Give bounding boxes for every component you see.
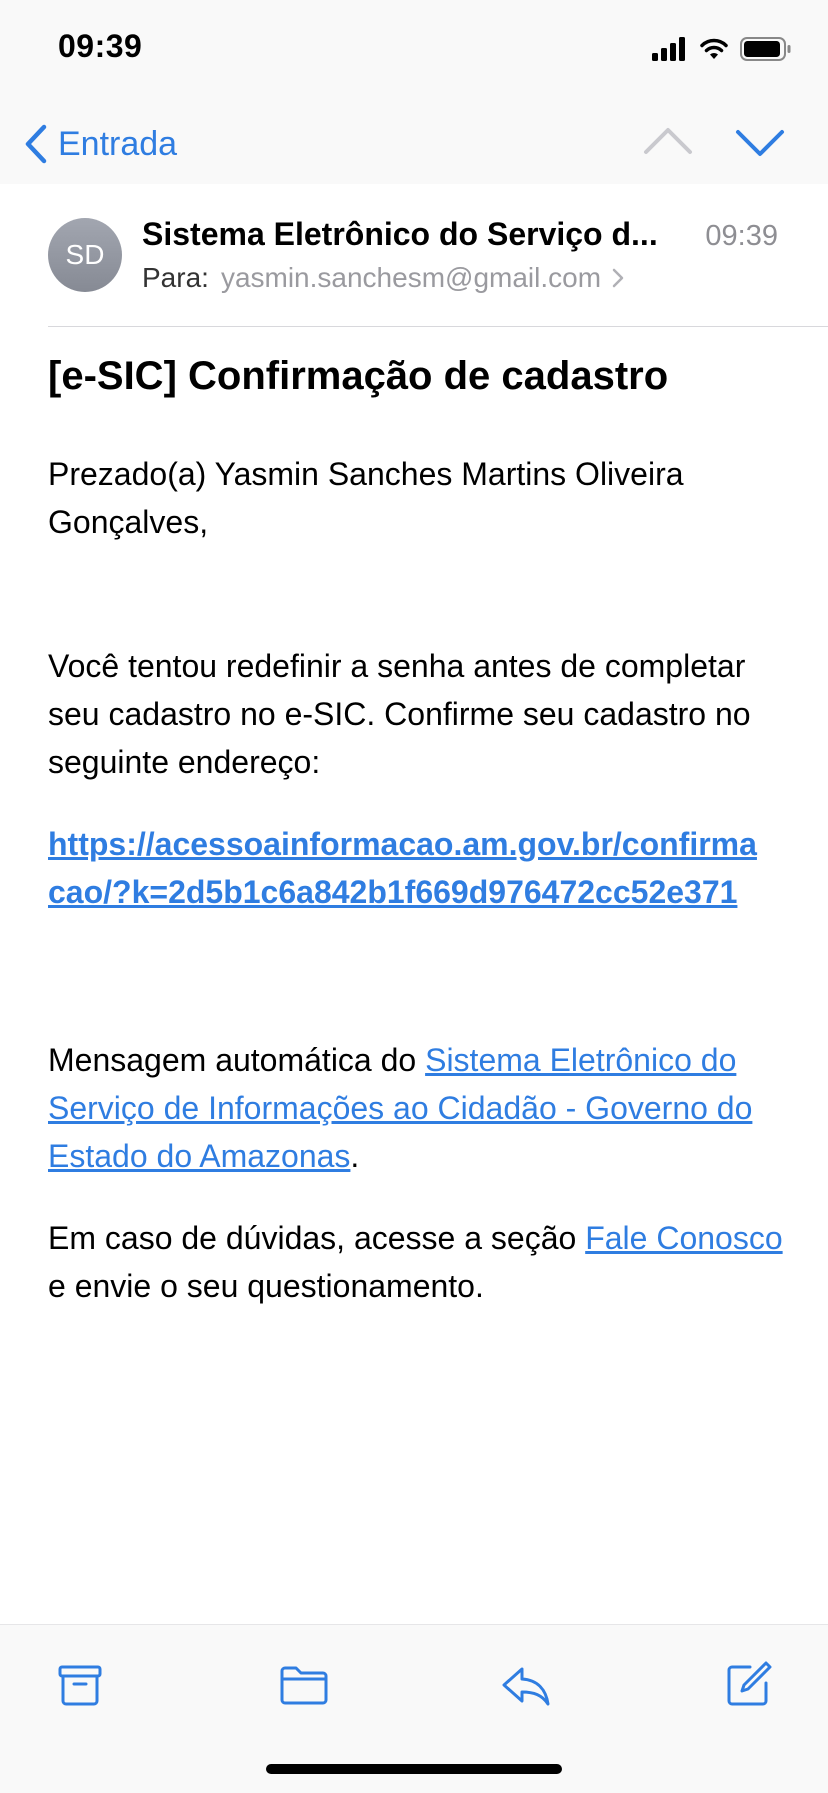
archive-button[interactable] bbox=[52, 1657, 108, 1713]
chevron-left-icon bbox=[25, 124, 47, 164]
move-to-folder-button[interactable] bbox=[276, 1657, 332, 1713]
header-divider bbox=[48, 326, 828, 327]
folder-icon bbox=[280, 1666, 328, 1705]
automatic-message-prefix: Mensagem automática do bbox=[48, 1042, 426, 1078]
cellular-signal-icon bbox=[652, 37, 685, 61]
chevron-down-icon bbox=[736, 130, 784, 156]
message-time: 09:39 bbox=[705, 220, 778, 252]
chevron-right-icon bbox=[612, 268, 624, 288]
contact-link[interactable]: Fale Conosco bbox=[585, 1220, 782, 1256]
status-bar: 09:39 bbox=[0, 0, 828, 100]
next-message-button[interactable] bbox=[732, 120, 788, 164]
sender-name[interactable]: Sistema Eletrônico do Serviço d... bbox=[142, 216, 682, 253]
previous-message-button[interactable] bbox=[640, 120, 696, 164]
navigation-bar: Entrada bbox=[0, 100, 828, 184]
status-icons bbox=[652, 34, 792, 64]
confirmation-link[interactable]: https://acessoainformacao.am.gov.br/conf… bbox=[48, 820, 768, 916]
compose-button[interactable] bbox=[720, 1657, 776, 1713]
message-body: Prezado(a) Yasmin Sanches Martins Olivei… bbox=[48, 450, 784, 1310]
help-prefix: Em caso de dúvidas, acesse a seção bbox=[48, 1220, 586, 1256]
message-subject: [e-SIC] Confirmação de cadastro bbox=[48, 354, 669, 398]
compose-icon bbox=[727, 1661, 772, 1706]
automatic-message-suffix: . bbox=[350, 1138, 360, 1174]
reply-icon bbox=[502, 1667, 550, 1706]
reply-button[interactable] bbox=[498, 1657, 554, 1713]
recipient-label: Para: bbox=[142, 262, 209, 293]
help-suffix: e envie o seu questionamento. bbox=[48, 1268, 484, 1304]
back-button[interactable]: Entrada bbox=[24, 122, 177, 166]
archive-icon bbox=[58, 1665, 102, 1706]
greeting: Prezado(a) Yasmin Sanches Martins Olivei… bbox=[48, 456, 684, 540]
recipient-line[interactable]: Para: yasmin.sanchesm@gmail.com bbox=[142, 262, 625, 294]
status-time: 09:39 bbox=[58, 28, 143, 64]
battery-icon bbox=[740, 37, 791, 61]
automatic-message-note: Mensagem automática do Sistema Eletrônic… bbox=[48, 1036, 784, 1180]
wifi-icon bbox=[700, 38, 728, 59]
sender-avatar[interactable]: SD bbox=[48, 218, 122, 292]
back-button-label: Entrada bbox=[58, 124, 178, 163]
chevron-up-icon bbox=[644, 128, 692, 154]
home-indicator[interactable] bbox=[266, 1764, 562, 1774]
message-header: SD Sistema Eletrônico do Serviço d... 09… bbox=[0, 184, 828, 328]
recipient-address: yasmin.sanchesm@gmail.com bbox=[220, 262, 602, 293]
help-note: Em caso de dúvidas, acesse a seção Fale … bbox=[48, 1214, 784, 1310]
body-paragraph: Você tentou redefinir a senha antes de c… bbox=[48, 648, 751, 780]
